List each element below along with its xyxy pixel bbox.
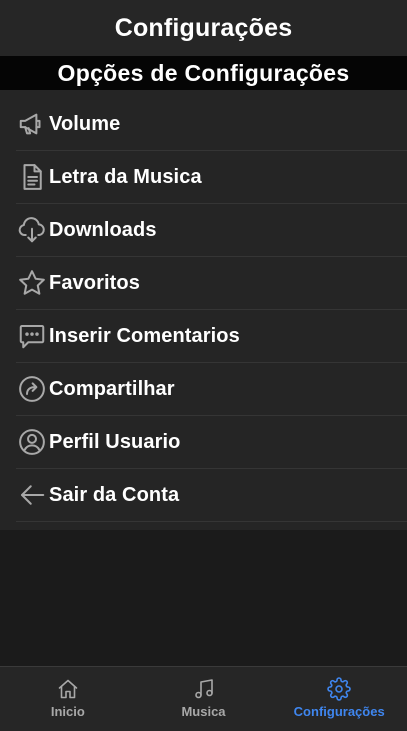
menu-item-lyrics[interactable]: Letra da Musica — [16, 151, 407, 204]
section-title: Opções de Configurações — [57, 59, 350, 86]
menu-item-volume[interactable]: Volume — [16, 98, 407, 151]
star-icon — [16, 267, 48, 299]
megaphone-icon — [16, 108, 48, 140]
page-title: Configurações — [114, 13, 293, 42]
menu-item-share[interactable]: Compartilhar — [16, 363, 407, 416]
section-header: Opções de Configurações — [0, 56, 407, 90]
menu-item-favorites[interactable]: Favoritos — [16, 257, 407, 310]
document-icon — [16, 161, 48, 193]
gear-icon — [327, 677, 351, 701]
app-header: Configurações — [0, 0, 407, 56]
menu-item-label: Letra da Musica — [49, 165, 202, 188]
tab-configuracoes[interactable]: Configurações — [271, 667, 407, 731]
tab-label: Musica — [181, 704, 226, 719]
menu-item-label: Volume — [49, 112, 121, 135]
settings-menu-panel: Volume Letra da Musica Downloads Favorit… — [0, 90, 407, 530]
settings-menu-list: Volume Letra da Musica Downloads Favorit… — [0, 90, 407, 522]
menu-item-label: Favoritos — [49, 271, 140, 294]
menu-item-label: Compartilhar — [49, 377, 175, 400]
menu-item-label: Perfil Usuario — [49, 430, 181, 453]
menu-item-downloads[interactable]: Downloads — [16, 204, 407, 257]
tab-label: Configurações — [293, 704, 385, 719]
menu-item-label: Downloads — [49, 218, 157, 241]
arrow-left-icon — [16, 479, 48, 511]
share-arrow-icon — [16, 373, 48, 405]
tab-musica[interactable]: Musica — [136, 667, 272, 731]
menu-item-user-profile[interactable]: Perfil Usuario — [16, 416, 407, 469]
tab-label: Inicio — [50, 704, 85, 719]
cloud-download-icon — [16, 214, 48, 246]
menu-item-logout[interactable]: Sair da Conta — [16, 469, 407, 522]
app-screen: Configurações Opções de Configurações Vo… — [0, 0, 407, 731]
bottom-tab-bar: Inicio Musica Configurações — [0, 666, 407, 731]
chat-bubble-icon — [16, 320, 48, 352]
menu-item-comments[interactable]: Inserir Comentarios — [16, 310, 407, 363]
home-icon — [58, 679, 78, 699]
tab-inicio[interactable]: Inicio — [0, 667, 136, 731]
music-note-icon — [194, 679, 213, 699]
menu-item-label: Sair da Conta — [49, 483, 180, 506]
user-circle-icon — [16, 426, 48, 458]
menu-item-label: Inserir Comentarios — [49, 324, 240, 347]
